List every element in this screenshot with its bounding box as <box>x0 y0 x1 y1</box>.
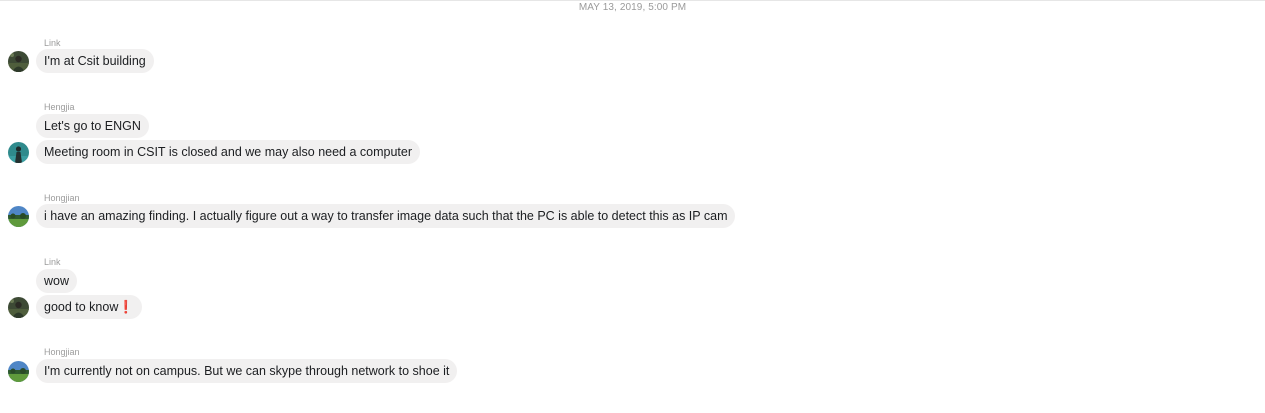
divider <box>0 0 1265 1</box>
sender-name: Link <box>44 38 61 48</box>
message-bubble[interactable]: i have an amazing finding. I actually fi… <box>36 204 736 228</box>
message-bubble[interactable]: I'm at Csit building <box>36 49 154 73</box>
landscape-avatar-icon[interactable] <box>8 361 29 382</box>
person-avatar-icon[interactable] <box>8 297 29 318</box>
sender-name: Hongjian <box>44 193 80 203</box>
landscape-avatar-icon[interactable] <box>8 206 29 227</box>
sender-name: Hongjian <box>44 347 80 357</box>
person-avatar-icon[interactable] <box>8 51 29 72</box>
message-bubble[interactable]: Meeting room in CSIT is closed and we ma… <box>36 140 421 164</box>
message-bubble[interactable]: good to know❗ <box>36 295 142 319</box>
message-bubble[interactable]: Let's go to ENGN <box>36 114 149 138</box>
sender-name: Hengjia <box>44 102 75 112</box>
message-bubble[interactable]: I'm currently not on campus. But we can … <box>36 359 458 383</box>
message-bubble[interactable]: wow <box>36 269 78 293</box>
person-avatar-icon[interactable] <box>8 142 29 163</box>
timestamp-divider: MAY 13, 2019, 5:00 PM <box>578 2 687 13</box>
sender-name: Link <box>44 257 61 267</box>
chat-conversation: MAY 13, 2019, 5:00 PM Link I'm at Csit b… <box>0 0 1265 413</box>
